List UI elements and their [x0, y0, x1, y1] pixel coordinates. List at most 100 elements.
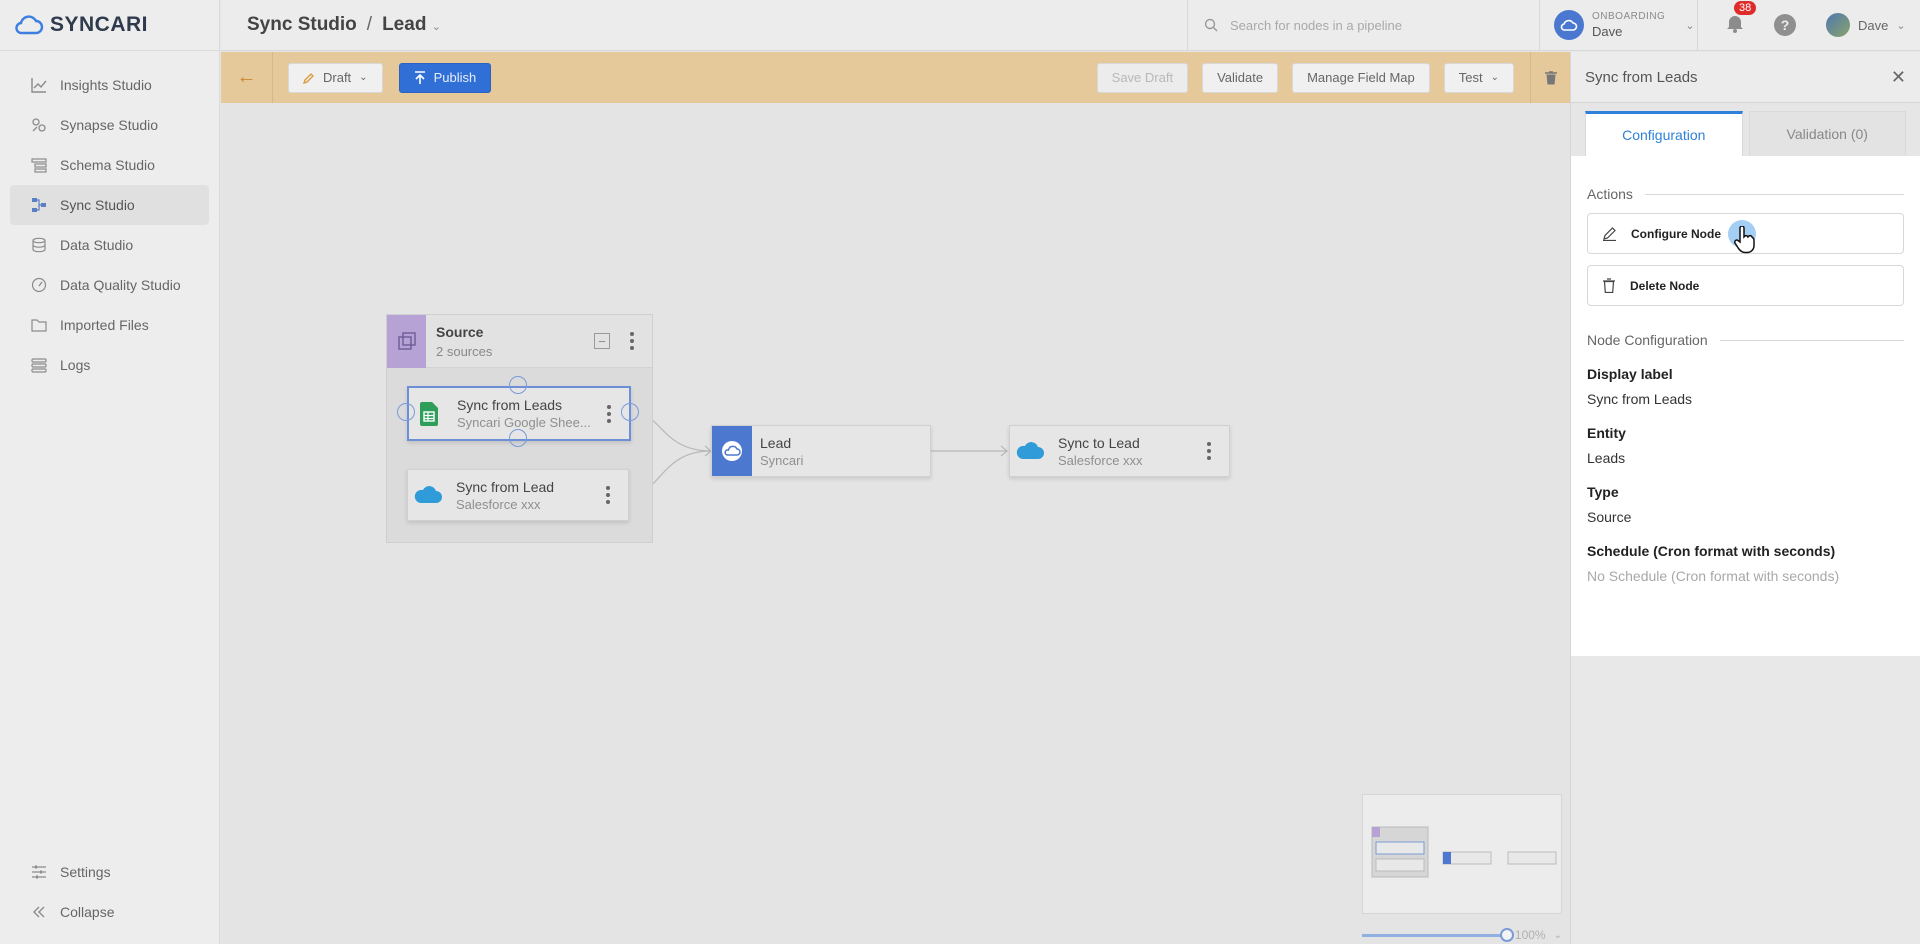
- sidebar-item-label: Schema Studio: [60, 157, 155, 173]
- pipeline-canvas[interactable]: Source 2 sources − Sync from Leads Synca…: [221, 103, 1570, 944]
- logs-icon: [30, 356, 48, 374]
- minimap-preview: [1371, 826, 1557, 878]
- zoom-slider-handle[interactable]: [1499, 927, 1514, 942]
- search-input-placeholder: Search for nodes in a pipeline: [1230, 17, 1403, 33]
- tab-validation[interactable]: Validation (0): [1748, 111, 1906, 156]
- node-sync-from-lead[interactable]: Sync from Lead Salesforce xxx: [407, 469, 629, 521]
- node-sync-to-lead[interactable]: Sync to Lead Salesforce xxx: [1009, 425, 1230, 477]
- divider: [1644, 193, 1904, 195]
- panel-body: Actions Configure Node Delete Node Node …: [1571, 156, 1920, 656]
- salesforce-icon: [1010, 426, 1050, 476]
- node-search[interactable]: Search for nodes in a pipeline: [1187, 0, 1540, 51]
- delete-pipeline-button[interactable]: [1530, 52, 1570, 103]
- manage-field-map-button[interactable]: Manage Field Map: [1292, 62, 1430, 93]
- sidebar-item-sync-studio[interactable]: Sync Studio: [10, 185, 209, 225]
- sliders-icon: [30, 863, 48, 881]
- section-title: Actions: [1587, 186, 1633, 202]
- zoom-control[interactable]: 100% ⌄: [1362, 925, 1562, 944]
- chevron-down-icon: ⌄: [359, 72, 368, 83]
- org-switcher[interactable]: ONBOARDING Dave ⌄: [1540, 0, 1698, 51]
- save-draft-button[interactable]: Save Draft: [1096, 62, 1189, 93]
- node-text: Lead Syncari: [760, 435, 930, 468]
- validate-button[interactable]: Validate: [1202, 62, 1279, 93]
- delete-node-button[interactable]: Delete Node: [1587, 265, 1904, 306]
- sync-icon: [30, 196, 48, 214]
- tab-configuration[interactable]: Configuration: [1585, 111, 1743, 156]
- user-menu[interactable]: Dave ⌄: [1826, 13, 1906, 37]
- zoom-slider[interactable]: [1362, 927, 1514, 942]
- folder-icon: [30, 316, 48, 334]
- node-menu-icon[interactable]: [598, 486, 618, 504]
- section-title: Node Configuration: [1587, 332, 1708, 348]
- sidebar-item-data-quality-studio[interactable]: Data Quality Studio: [10, 265, 209, 305]
- connection-handle[interactable]: [509, 429, 527, 447]
- minimap[interactable]: [1362, 794, 1562, 914]
- sidebar-item-logs[interactable]: Logs: [10, 345, 209, 385]
- group-menu-icon[interactable]: [622, 332, 642, 350]
- trash-icon: [1603, 278, 1615, 293]
- sidebar-nav: Insights Studio Synapse Studio Schema St…: [0, 51, 219, 385]
- node-subtitle: Syncari Google Shee...: [457, 415, 591, 430]
- publish-button[interactable]: Publish: [398, 62, 492, 93]
- close-icon[interactable]: ✕: [1891, 67, 1906, 88]
- google-sheets-icon: [409, 389, 449, 439]
- sidebar-item-label: Data Quality Studio: [60, 277, 181, 293]
- node-menu-icon[interactable]: [599, 404, 619, 423]
- user-name: Dave: [1858, 17, 1889, 33]
- node-config-section-heading: Node Configuration: [1587, 332, 1904, 348]
- collapse-icon: [30, 903, 48, 921]
- draft-label: Draft: [323, 70, 352, 85]
- sidebar-item-insights-studio[interactable]: Insights Studio: [10, 65, 209, 105]
- back-arrow-icon[interactable]: ←: [221, 52, 273, 103]
- synapse-icon: [30, 116, 48, 134]
- sidebar: SYNCARI Insights Studio Synapse Studio S…: [0, 0, 220, 944]
- group-subtitle: 2 sources: [436, 343, 493, 359]
- help-icon[interactable]: ?: [1774, 14, 1796, 36]
- sidebar-item-imported-files[interactable]: Imported Files: [10, 305, 209, 345]
- node-menu-icon[interactable]: [1199, 442, 1219, 460]
- breadcrumb-current[interactable]: Lead ⌄: [382, 14, 441, 36]
- group-text: Source 2 sources: [426, 324, 594, 359]
- sidebar-item-data-studio[interactable]: Data Studio: [10, 225, 209, 265]
- publish-label: Publish: [433, 70, 477, 85]
- connection-handle[interactable]: [397, 403, 415, 421]
- breadcrumb-root[interactable]: Sync Studio: [247, 14, 357, 36]
- node-text: Sync to Lead Salesforce xxx: [1058, 435, 1199, 468]
- chevron-down-icon[interactable]: ⌄: [1554, 930, 1562, 941]
- sidebar-item-settings[interactable]: Settings: [10, 852, 209, 892]
- group-icon: [387, 314, 426, 368]
- field-value-schedule: No Schedule (Cron format with seconds): [1587, 568, 1840, 584]
- cloud-logo-icon: [15, 15, 44, 35]
- breadcrumb: Sync Studio / Lead ⌄: [221, 14, 1187, 36]
- logo[interactable]: SYNCARI: [0, 0, 219, 51]
- database-icon: [30, 236, 48, 254]
- test-dropdown[interactable]: Test ⌄: [1443, 62, 1514, 93]
- gauge-icon: [30, 276, 48, 294]
- node-lead-entity[interactable]: Lead Syncari: [711, 425, 931, 477]
- sidebar-item-collapse[interactable]: Collapse: [10, 892, 209, 932]
- node-subtitle: Syncari: [760, 452, 804, 468]
- field-value-entity: Leads: [1587, 450, 1626, 466]
- hand-cursor-icon: [1734, 226, 1755, 254]
- sidebar-item-label: Settings: [60, 864, 111, 880]
- node-title: Sync to Lead: [1058, 434, 1140, 451]
- draft-dropdown[interactable]: Draft ⌄: [288, 62, 383, 93]
- collapse-group-icon[interactable]: −: [594, 333, 610, 349]
- field-value-type: Source: [1587, 509, 1632, 525]
- sidebar-item-schema-studio[interactable]: Schema Studio: [10, 145, 209, 185]
- zoom-level: 100%: [1514, 928, 1546, 942]
- node-subtitle: Salesforce xxx: [456, 496, 541, 512]
- org-name: Dave: [1592, 24, 1623, 39]
- sidebar-bottom: Settings Collapse: [0, 852, 219, 932]
- connection-handle[interactable]: [621, 403, 639, 421]
- sidebar-item-label: Logs: [60, 357, 91, 373]
- notifications-button[interactable]: 38: [1726, 0, 1757, 38]
- test-label: Test: [1458, 70, 1483, 85]
- panel-header: Sync from Leads ✕: [1571, 52, 1920, 103]
- connection-handle[interactable]: [509, 376, 527, 394]
- cloud-org-icon: [1554, 10, 1584, 40]
- sidebar-item-synapse-studio[interactable]: Synapse Studio: [10, 105, 209, 145]
- actions-section-heading: Actions: [1587, 186, 1904, 202]
- configure-node-button[interactable]: Configure Node: [1587, 213, 1904, 254]
- panel-title: Sync from Leads: [1585, 68, 1698, 86]
